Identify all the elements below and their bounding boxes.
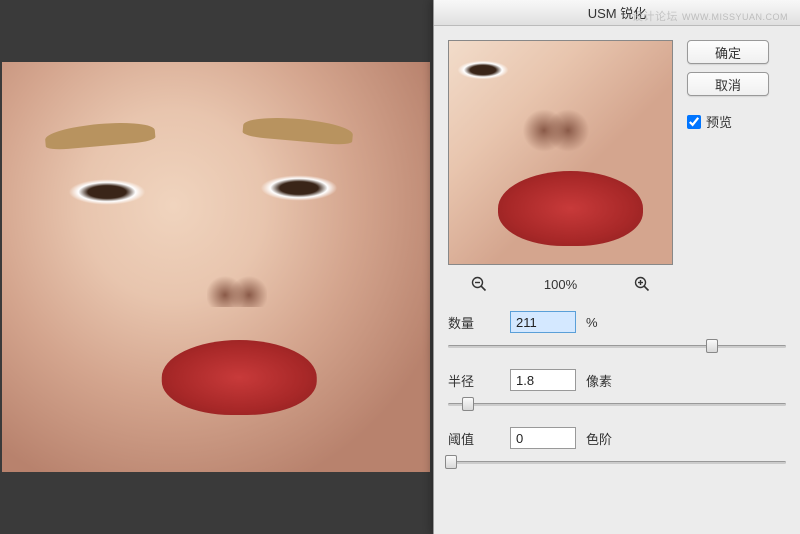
preview-checkbox[interactable] — [687, 115, 701, 129]
watermark-text: 设计论坛WWW.MISSYUAN.COM — [632, 8, 788, 24]
canvas-image — [2, 62, 430, 472]
amount-unit: % — [586, 315, 598, 330]
ok-button[interactable]: 确定 — [687, 40, 769, 64]
preview-label: 预览 — [706, 112, 732, 131]
radius-unit: 像素 — [586, 371, 612, 390]
radius-slider-thumb[interactable] — [462, 397, 474, 411]
radius-label: 半径 — [448, 371, 504, 390]
amount-input[interactable] — [510, 311, 576, 333]
amount-slider-thumb[interactable] — [706, 339, 718, 353]
threshold-slider-thumb[interactable] — [445, 455, 457, 469]
preview-checkbox-row[interactable]: 预览 — [687, 112, 769, 131]
amount-slider[interactable] — [448, 337, 786, 355]
zoom-level: 100% — [544, 277, 577, 292]
threshold-input[interactable] — [510, 427, 576, 449]
zoom-out-icon[interactable] — [470, 275, 488, 293]
document-canvas[interactable] — [0, 0, 432, 534]
radius-slider[interactable] — [448, 395, 786, 413]
zoom-in-icon[interactable] — [633, 275, 651, 293]
threshold-label: 阈值 — [448, 429, 504, 448]
usm-sharpen-dialog: USM 锐化 确定 取消 预览 — [433, 0, 800, 534]
threshold-slider[interactable] — [448, 453, 786, 471]
amount-label: 数量 — [448, 313, 504, 332]
preview-thumbnail[interactable] — [448, 40, 673, 265]
threshold-unit: 色阶 — [586, 429, 612, 448]
radius-input[interactable] — [510, 369, 576, 391]
cancel-button[interactable]: 取消 — [687, 72, 769, 96]
